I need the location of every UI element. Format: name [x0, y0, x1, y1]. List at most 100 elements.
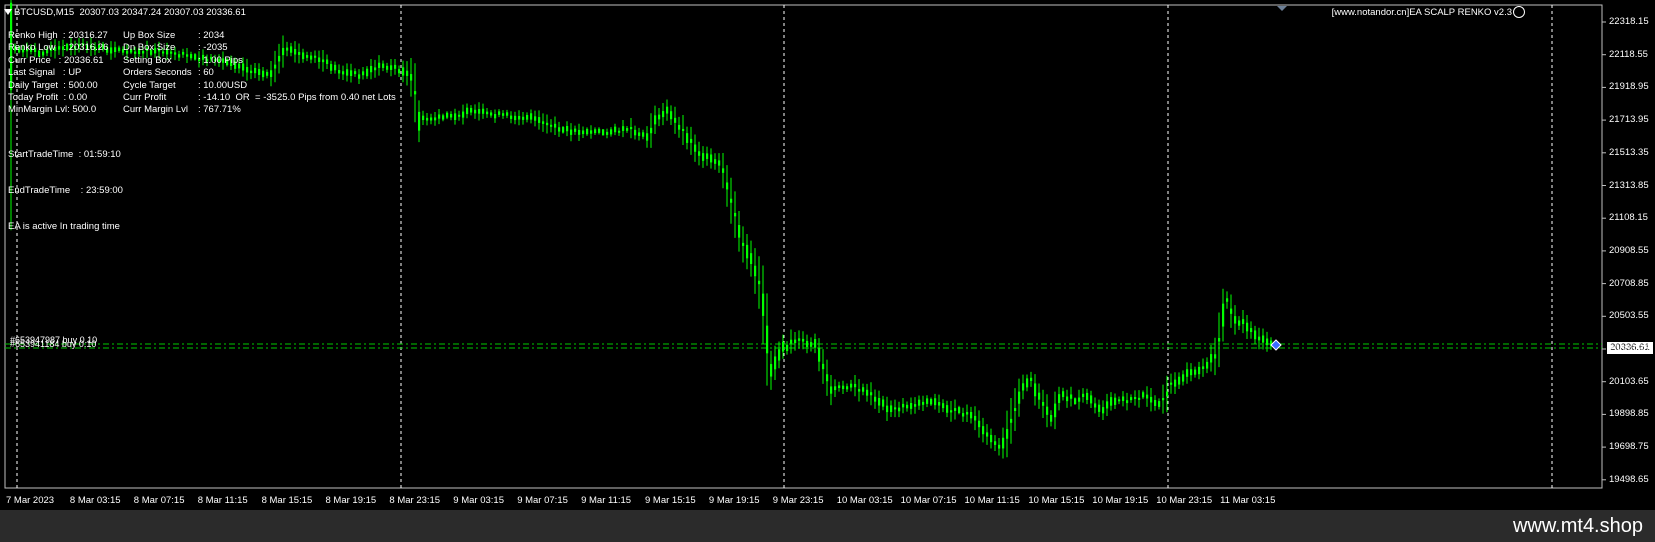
candle-body [1014, 408, 1017, 412]
candle-body [282, 47, 285, 56]
candle-body [1150, 396, 1153, 403]
candle-body [1254, 330, 1257, 340]
candle-body [970, 412, 973, 419]
candle-body [1062, 391, 1065, 398]
candle-body [1218, 338, 1221, 342]
candle-body [334, 64, 337, 71]
candle-body [658, 114, 661, 120]
candle-body [194, 54, 197, 60]
candle-body [1030, 377, 1033, 381]
info-cell: Cycle Target [123, 79, 176, 91]
candle-body [890, 405, 893, 413]
symbol-info: BTCUSD,M15 20307.03 20347.24 20307.03 20… [14, 7, 246, 18]
candle-body [366, 68, 369, 77]
time-tick-label: 8 Mar 11:15 [197, 495, 248, 506]
time-tick-label: 9 Mar 11:15 [581, 495, 632, 506]
candle-body [1206, 361, 1209, 369]
candle-body [410, 74, 413, 81]
candle-body [402, 67, 405, 76]
candle-body [1126, 400, 1129, 404]
candle-body [306, 55, 309, 58]
candle-body [294, 49, 297, 55]
order-label-2[interactable]: #653941184 buy 0.10 [10, 339, 96, 349]
time-tick-label: 10 Mar 23:15 [1156, 495, 1213, 506]
candle-body [1094, 403, 1097, 408]
start-trade-time: StartTradeTime : 01:59:10 [8, 149, 121, 160]
candle-body [1114, 397, 1117, 405]
time-tick-label: 9 Mar 15:15 [645, 495, 696, 506]
candle-body [1022, 383, 1025, 391]
candle-body [394, 64, 397, 69]
smiley-face-icon[interactable] [1513, 6, 1525, 18]
candle-body [1142, 392, 1145, 398]
time-tick-label: 8 Mar 03:15 [69, 495, 121, 506]
candle-body [418, 111, 421, 131]
candle-body [1074, 398, 1077, 405]
candle-body [1194, 369, 1197, 375]
candle-body [398, 69, 401, 74]
candle-body [582, 130, 585, 135]
info-cell: Renko Low : 20316.26 [8, 42, 109, 54]
candle-body [1010, 418, 1013, 423]
candle-body [1174, 379, 1177, 387]
chart-menu-arrow-icon[interactable] [4, 9, 12, 15]
candle-body [342, 71, 345, 75]
end-trade-time: EndTradeTime : 23:59:00 [8, 185, 123, 196]
candle-body [498, 111, 501, 115]
price-axis[interactable] [1602, 21, 1606, 481]
time-tick-label: 8 Mar 19:15 [325, 495, 377, 506]
candle-body [390, 65, 393, 70]
candle-body [570, 129, 573, 135]
candle-body [630, 127, 633, 130]
candle-body [594, 129, 597, 134]
candle-body [1134, 396, 1137, 400]
candle-body [494, 114, 497, 119]
candle-body [486, 111, 489, 115]
candle-body [694, 144, 697, 152]
candle-body [642, 132, 645, 137]
candle-body [270, 70, 273, 77]
info-cell: : -14.10 OR = -3525.0 Pips from 0.40 net… [198, 91, 396, 103]
info-cell: Today Profit : 0.00 [8, 91, 88, 103]
candle-body [1054, 403, 1057, 418]
candle-body [562, 127, 565, 133]
candle-body [842, 385, 845, 390]
candle-body [850, 383, 853, 388]
candle-body [750, 253, 753, 265]
candle-body [1242, 319, 1245, 325]
candle-body [1086, 392, 1089, 400]
info-cell: Renko High : 20316.27 [8, 30, 108, 41]
candle-body [406, 70, 409, 76]
candle-body [438, 114, 441, 119]
candle-body [318, 57, 321, 62]
candle-body [834, 386, 837, 391]
price-tick-label: 19898.85 [1609, 408, 1649, 420]
candle-body [426, 117, 429, 121]
candle-body [246, 66, 249, 73]
candle-body [942, 403, 945, 409]
candle-body [886, 405, 889, 413]
info-cell: : 10.00USD [198, 79, 248, 91]
candle-body [1138, 397, 1141, 400]
candle-body [974, 415, 977, 421]
price-chart[interactable] [0, 0, 1655, 510]
candle-body [786, 344, 789, 352]
candle-body [910, 403, 913, 409]
candle-body [1078, 397, 1081, 402]
candle-body [1238, 320, 1241, 326]
scroll-shift-icon[interactable] [1277, 6, 1287, 11]
candle-body [1262, 335, 1265, 343]
candle-body [978, 420, 981, 428]
candle-body [518, 115, 521, 120]
info-cell: Setting Box [123, 54, 172, 66]
info-cell: : 767.71% [198, 104, 241, 116]
time-tick-label: 10 Mar 07:15 [900, 495, 957, 506]
watermark: www.mt4.shop [1512, 515, 1643, 537]
candle-body [866, 389, 869, 396]
candle-body [670, 111, 673, 120]
candle-body [982, 426, 985, 435]
candle-body [458, 114, 461, 117]
price-tick-label: 21313.85 [1609, 179, 1649, 191]
candle-body [378, 62, 381, 68]
info-cell: Daily Target : 500.00 [8, 79, 98, 91]
